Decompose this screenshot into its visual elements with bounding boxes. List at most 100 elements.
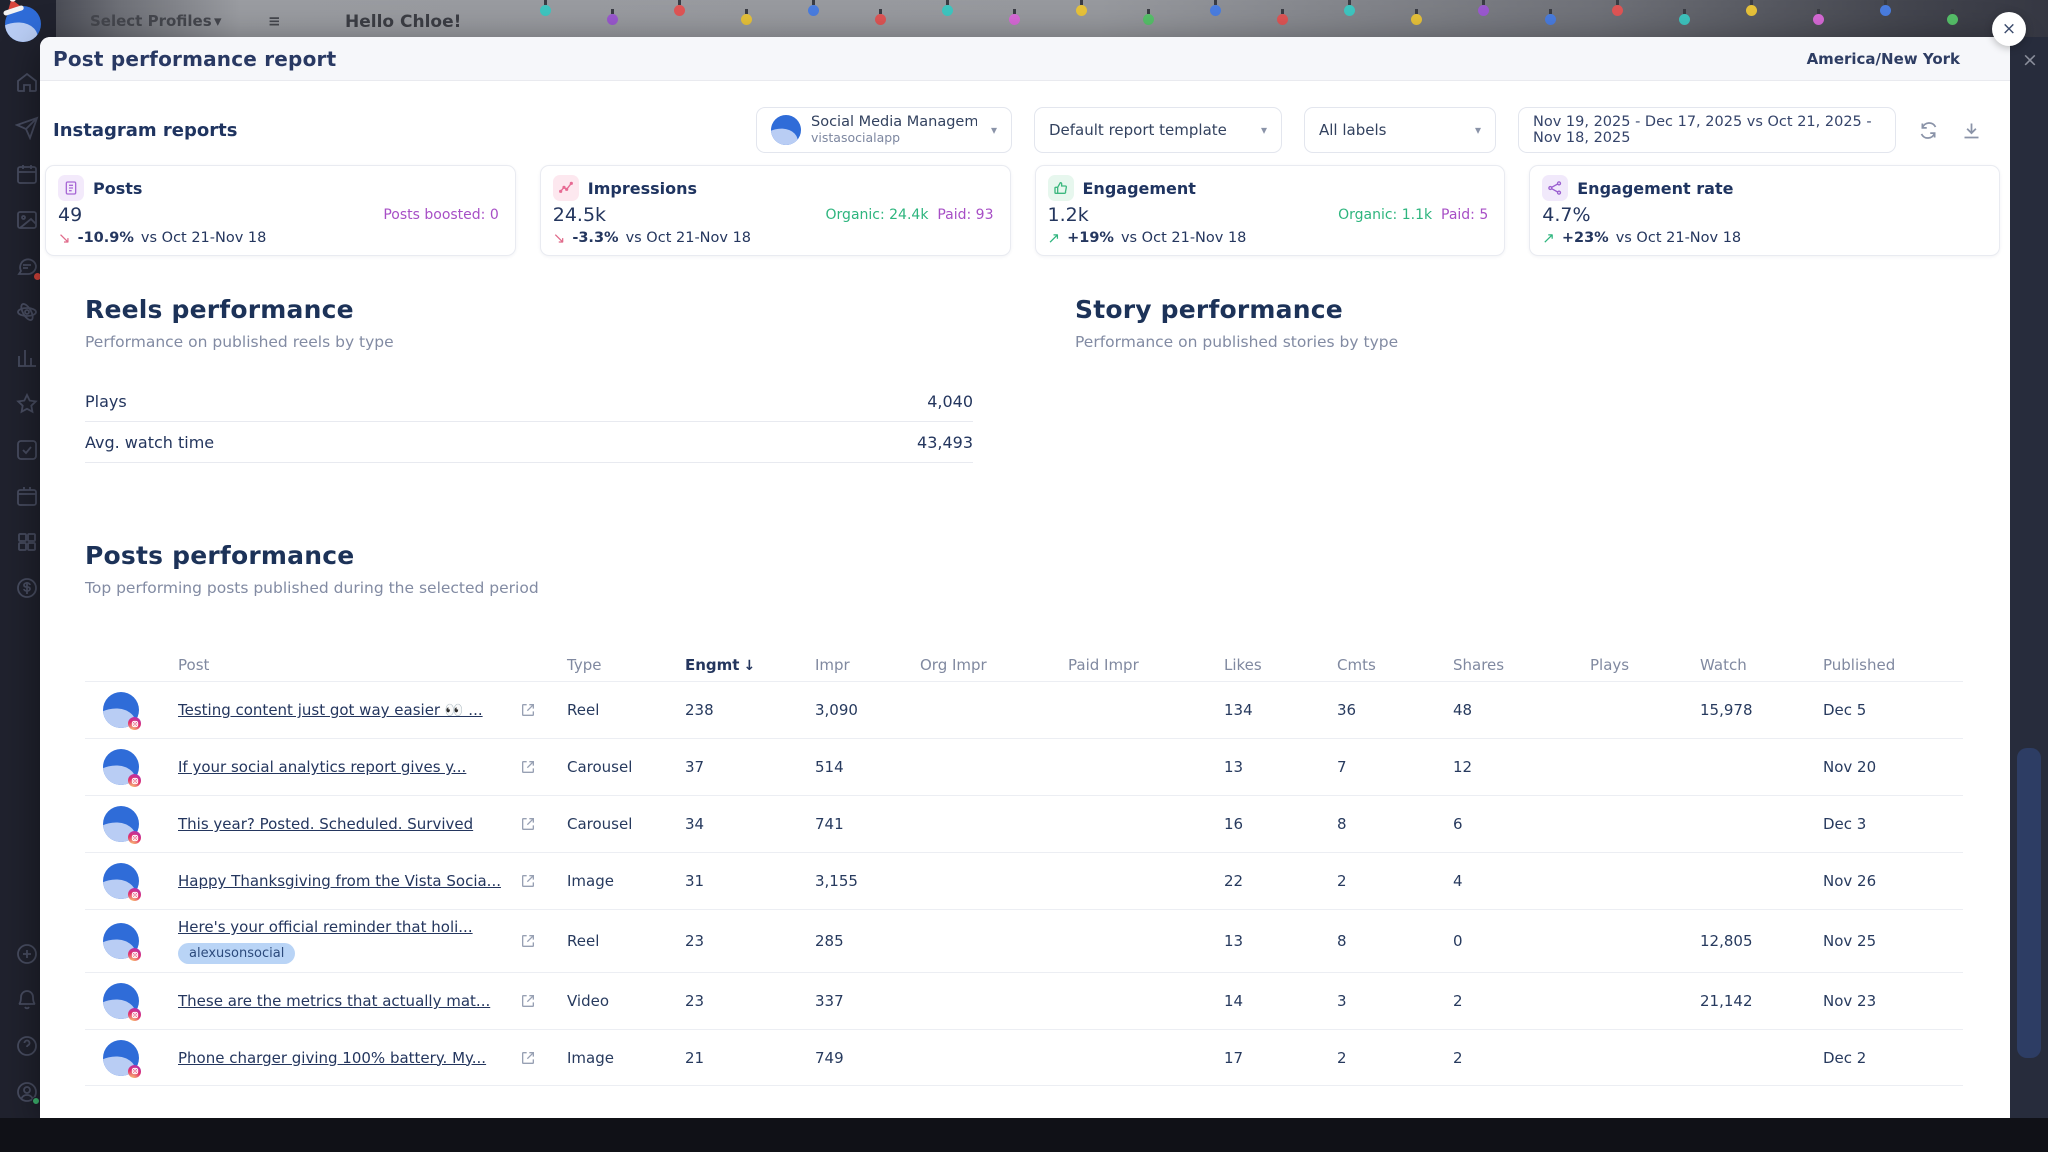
panel-close-button[interactable]: × xyxy=(2022,51,2038,70)
light-bulb xyxy=(1813,14,1824,25)
col-engmt-sort[interactable]: Engmt↓ xyxy=(685,656,815,674)
light-bulb xyxy=(808,5,819,16)
post-title-link[interactable]: Phone charger giving 100% battery. My... xyxy=(178,1049,510,1067)
stat-value: 49 xyxy=(58,204,82,226)
light-bulb xyxy=(942,5,953,16)
post-avatar xyxy=(103,806,139,842)
profile-name: Social Media Management Toc xyxy=(811,114,977,131)
report-template-select[interactable]: Default report template ▾ xyxy=(1034,107,1282,153)
external-link-icon[interactable] xyxy=(520,816,536,832)
cell-cmts: 2 xyxy=(1337,1049,1453,1067)
light-bulb xyxy=(540,5,551,16)
sidebar-item-tasks[interactable] xyxy=(15,438,39,462)
light-bulb xyxy=(1880,5,1891,16)
stat-label: Engagement rate xyxy=(1577,179,1733,198)
light-bulb xyxy=(875,14,886,25)
scrollbar-thumb[interactable] xyxy=(2017,748,2041,1058)
right-scroll-strip: × xyxy=(2010,37,2048,1118)
sidebar-item-notifications[interactable] xyxy=(15,988,39,1012)
cell-published: Nov 26 xyxy=(1823,872,1963,890)
refresh-button[interactable] xyxy=(1918,120,1939,141)
cell-watch: 12,805 xyxy=(1700,932,1823,950)
light-bulb xyxy=(674,5,685,16)
sidebar-item-publish[interactable] xyxy=(15,116,39,140)
modal-close-button[interactable]: × xyxy=(1992,12,2026,46)
cell-engmt: 37 xyxy=(685,758,815,776)
story-performance-subtitle: Performance on published stories by type xyxy=(1075,333,1398,351)
table-row: Phone charger giving 100% battery. My...… xyxy=(85,1029,1963,1086)
table-row: Here's your official reminder that holi.… xyxy=(85,909,1963,972)
cell-likes: 17 xyxy=(1224,1049,1337,1067)
cell-likes: 13 xyxy=(1224,758,1337,776)
reels-row-watch-time: Avg. watch time 43,493 xyxy=(85,422,973,463)
reels-row-plays: Plays 4,040 xyxy=(85,381,973,422)
external-link-icon[interactable] xyxy=(520,993,536,1009)
post-title-link[interactable]: These are the metrics that actually mat.… xyxy=(178,992,510,1010)
app-page: Select Profiles ▾ ≡ Hello Chloe! xyxy=(0,0,2048,1152)
download-button[interactable] xyxy=(1961,120,1982,141)
trend-down-icon: ↘ xyxy=(553,229,566,247)
post-tag: alexusonsocial xyxy=(178,943,295,964)
post-title-link[interactable]: Happy Thanksgiving from the Vista Socia.… xyxy=(178,872,510,890)
sidebar-item-reports[interactable] xyxy=(15,346,39,370)
filters-row: Instagram reports Social Media Managemen… xyxy=(53,107,1982,153)
cell-type: Image xyxy=(567,872,685,890)
vista-social-logo[interactable] xyxy=(5,6,41,42)
instagram-badge-icon xyxy=(128,1008,141,1021)
instagram-badge-icon xyxy=(128,774,141,787)
col-impr: Impr xyxy=(815,656,920,674)
sidebar-item-calendar[interactable] xyxy=(15,162,39,186)
story-performance-title: Story performance xyxy=(1075,295,1398,324)
light-bulb xyxy=(1545,14,1556,25)
sidebar-item-inbox[interactable] xyxy=(15,254,39,278)
external-link-icon[interactable] xyxy=(520,1050,536,1066)
metric-value: 4,040 xyxy=(927,392,973,411)
refresh-icon xyxy=(1918,120,1939,141)
labels-select[interactable]: All labels ▾ xyxy=(1304,107,1496,153)
stat-delta: +23% xyxy=(1562,230,1609,246)
stat-card-impressions: Impressions 24.5k Organic: 24.4k Paid: 9… xyxy=(540,165,1011,256)
engagement-rate-icon xyxy=(1547,180,1563,196)
col-likes: Likes xyxy=(1224,656,1337,674)
modal-header: Post performance report America/New York xyxy=(40,37,2010,81)
post-title-link[interactable]: Testing content just got way easier 👀 ..… xyxy=(178,701,510,719)
cell-watch: 15,978 xyxy=(1700,701,1823,719)
sidebar-item-brand[interactable] xyxy=(15,484,39,508)
star-icon xyxy=(15,392,39,416)
sidebar-item-apps[interactable] xyxy=(15,530,39,554)
sidebar-item-billing[interactable] xyxy=(15,576,39,600)
cell-cmts: 8 xyxy=(1337,932,1453,950)
external-link-icon[interactable] xyxy=(520,933,536,949)
sidebar-item-profile[interactable] xyxy=(15,1080,39,1104)
trend-down-icon: ↘ xyxy=(58,229,71,247)
home-icon xyxy=(15,70,39,94)
cell-shares: 12 xyxy=(1453,758,1590,776)
sidebar-item-help[interactable] xyxy=(15,1034,39,1058)
post-title-link[interactable]: This year? Posted. Scheduled. Survived xyxy=(178,815,510,833)
external-link-icon[interactable] xyxy=(520,702,536,718)
sidebar-item-media[interactable] xyxy=(15,208,39,232)
sidebar-item-add[interactable] xyxy=(15,942,39,966)
sidebar-item-connect[interactable] xyxy=(15,300,39,324)
col-plays: Plays xyxy=(1590,656,1700,674)
instagram-reports-title: Instagram reports xyxy=(53,120,237,141)
plus-circle-icon xyxy=(15,942,39,966)
profile-handle: vistasocialapp xyxy=(811,131,977,145)
cell-engmt: 31 xyxy=(685,872,815,890)
date-range-button[interactable]: Nov 19, 2025 - Dec 17, 2025 vs Oct 21, 2… xyxy=(1518,107,1896,153)
cell-shares: 4 xyxy=(1453,872,1590,890)
metric-value: 43,493 xyxy=(917,433,973,452)
post-title-link[interactable]: Here's your official reminder that holi.… xyxy=(178,918,510,936)
atom-icon xyxy=(15,300,39,324)
cell-watch: 21,142 xyxy=(1700,992,1823,1010)
sidebar-item-home[interactable] xyxy=(15,70,39,94)
external-link-icon[interactable] xyxy=(520,873,536,889)
post-title-link[interactable]: If your social analytics report gives y.… xyxy=(178,758,510,776)
external-link-icon[interactable] xyxy=(520,759,536,775)
stat-card-engagement: Engagement 1.2k Organic: 1.1k Paid: 5 ↗ … xyxy=(1035,165,1506,256)
select-profiles-label: Select Profiles xyxy=(90,12,212,30)
sidebar-item-reviews[interactable] xyxy=(15,392,39,416)
col-shares: Shares xyxy=(1453,656,1590,674)
reels-performance-section: Reels performance Performance on publish… xyxy=(85,295,1015,463)
profile-select[interactable]: Social Media Management Toc vistasociala… xyxy=(756,107,1012,153)
